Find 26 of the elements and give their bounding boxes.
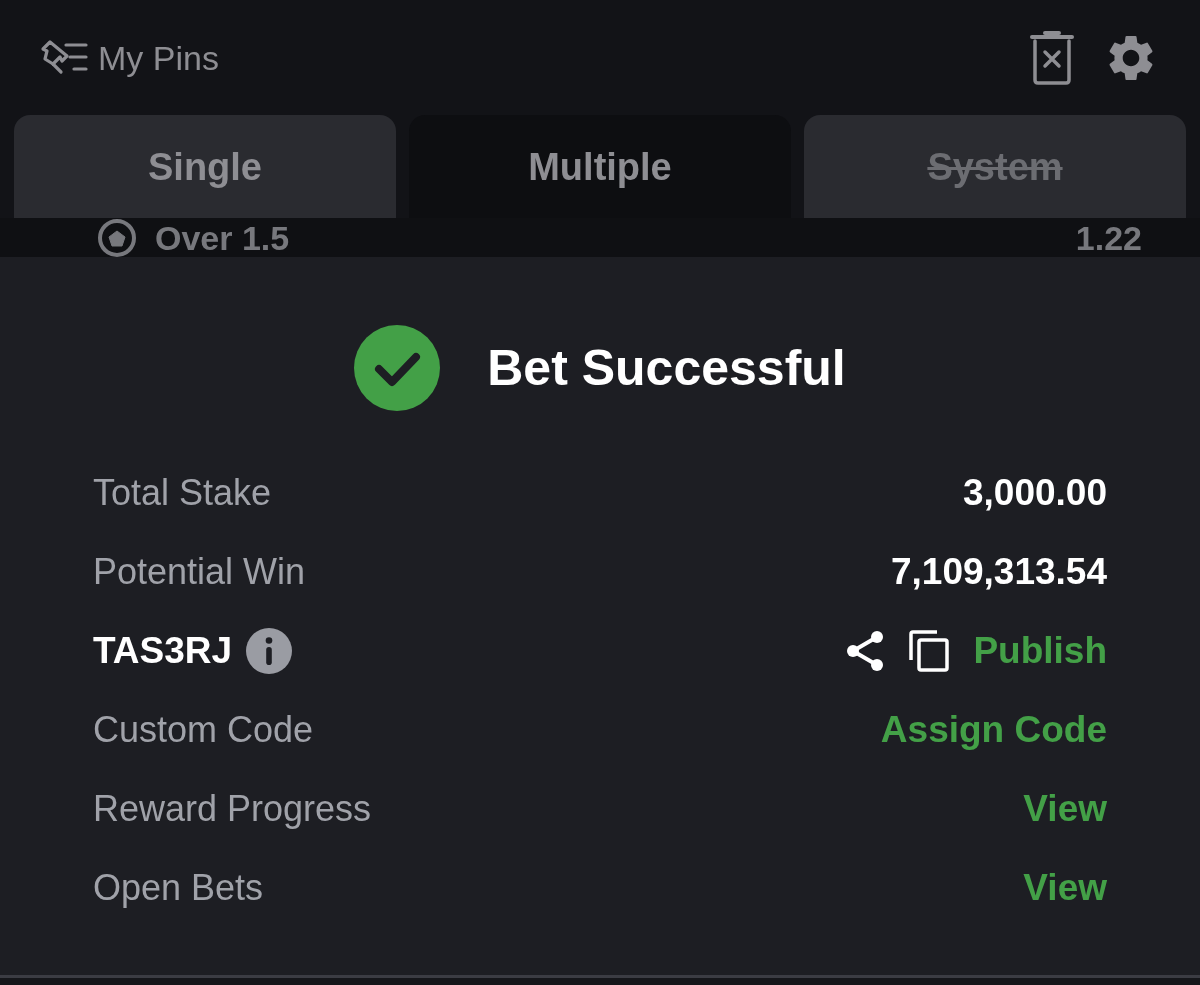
pin-list-icon (40, 38, 88, 77)
share-icon[interactable] (845, 630, 886, 671)
confirmation-title: Bet Successful (487, 343, 846, 393)
summary-value: 3,000.00 (962, 474, 1107, 511)
summary-label: Reward Progress (93, 790, 372, 827)
action-link[interactable]: Assign Code (880, 711, 1107, 748)
publish-link[interactable]: Publish (973, 632, 1107, 669)
success-check-icon (354, 325, 441, 411)
info-icon[interactable] (246, 627, 293, 674)
summary-label: Total Stake (93, 474, 272, 511)
selection-market: Over 1.5 (155, 220, 290, 255)
clear-trash-icon[interactable] (1030, 30, 1074, 85)
soccer-ball-icon (97, 218, 137, 257)
bet-type-tab[interactable]: Single (14, 115, 396, 218)
action-link[interactable]: View (1023, 869, 1107, 906)
summary-label: Custom Code (93, 711, 314, 748)
copy-icon[interactable] (909, 629, 950, 672)
summary-label: Potential Win (93, 553, 306, 590)
summary-value: 7,109,313.54 (890, 553, 1107, 590)
selection-odds: 1.22 (1075, 220, 1142, 255)
bet-type-tab[interactable]: Multiple (409, 115, 791, 218)
booking-code: TAS3RJ (93, 632, 233, 669)
settings-icon[interactable] (1108, 34, 1154, 81)
action-link[interactable]: View (1023, 790, 1107, 827)
summary-label: Open Bets (93, 869, 264, 906)
header-title: My Pins (98, 40, 219, 75)
